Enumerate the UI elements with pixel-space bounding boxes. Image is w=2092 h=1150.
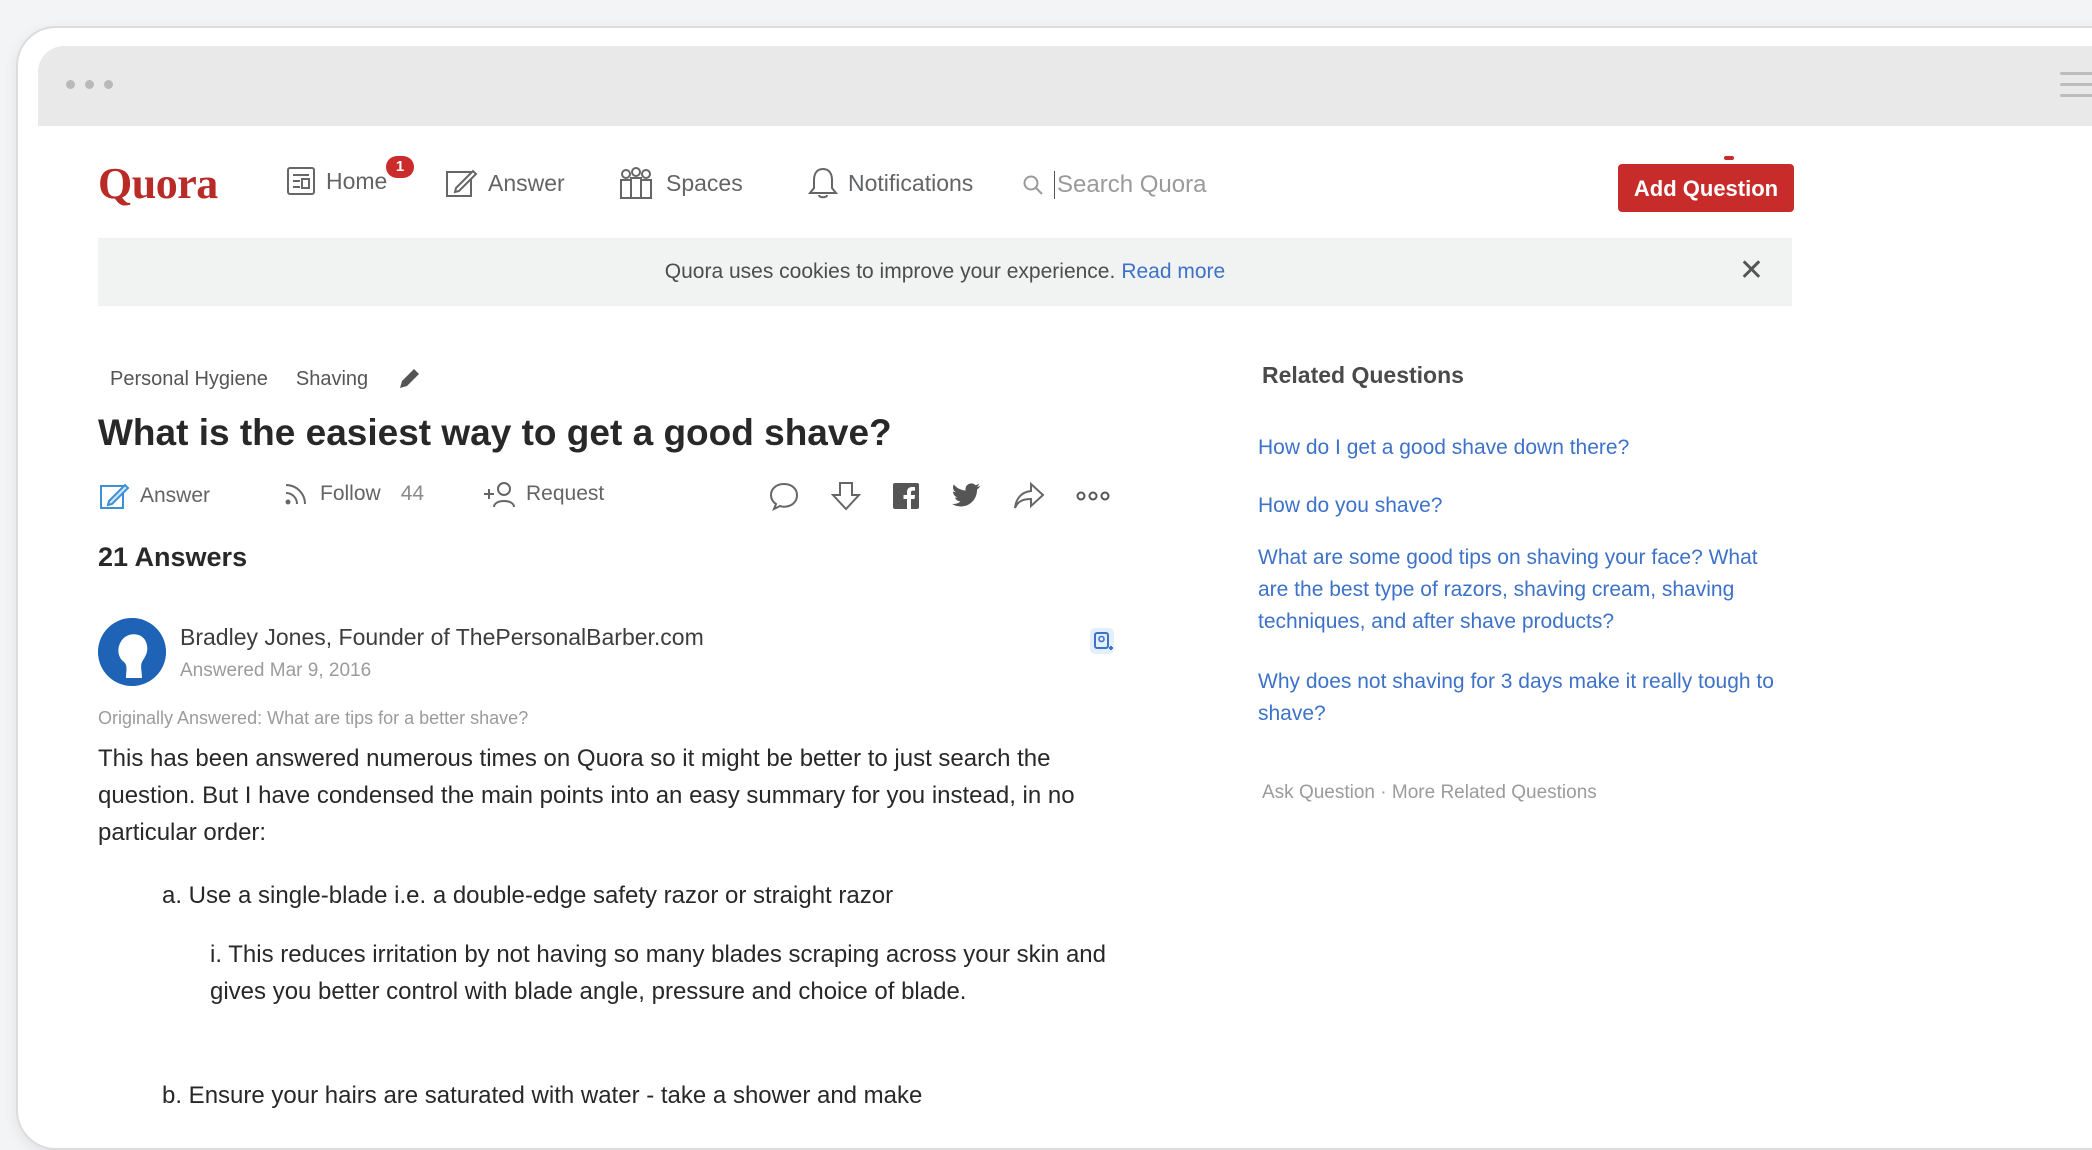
- answer-author: Bradley Jones, Founder of ThePersonalBar…: [98, 618, 1138, 698]
- topic-tag[interactable]: Shaving: [296, 368, 368, 391]
- window-dot: [66, 80, 75, 89]
- downvote-icon[interactable]: [830, 480, 862, 512]
- nav-home-label: Home: [326, 167, 388, 194]
- topic-tag[interactable]: Personal Hygiene: [110, 368, 268, 391]
- related-footer-links[interactable]: Ask Question · More Related Questions: [1262, 782, 1597, 804]
- request-person-icon: [484, 482, 515, 508]
- answer-action[interactable]: Answer: [98, 480, 210, 512]
- quora-logo[interactable]: Quora: [98, 158, 218, 209]
- topic-list: Personal Hygiene Shaving: [110, 366, 422, 392]
- cookie-banner: Quora uses cookies to improve your exper…: [98, 238, 1792, 306]
- originally-answered[interactable]: Originally Answered: What are tips for a…: [98, 708, 528, 729]
- request-action-label: Request: [526, 482, 605, 505]
- list-item: a. Use a single-blade i.e. a double-edge…: [162, 882, 894, 909]
- browser-chrome: [38, 46, 2092, 126]
- related-question-link[interactable]: How do you shave?: [1258, 490, 1778, 522]
- twitter-icon[interactable]: [950, 482, 982, 510]
- notification-badge: 1: [386, 156, 414, 178]
- request-action[interactable]: Request: [482, 480, 604, 508]
- share-icon[interactable]: [1012, 481, 1046, 511]
- follow-action[interactable]: Follow 44: [282, 480, 424, 508]
- people-group-icon: [620, 167, 652, 199]
- cookie-text: Quora uses cookies to improve your exper…: [664, 260, 1116, 283]
- related-question-link[interactable]: Why does not shaving for 3 days make it …: [1258, 666, 1778, 730]
- nav-spaces-label: Spaces: [666, 169, 743, 196]
- home-feed-icon: [287, 167, 315, 195]
- list-item: b. Ensure your hairs are saturated with …: [162, 1082, 923, 1109]
- related-question-link[interactable]: What are some good tips on shaving your …: [1258, 542, 1778, 638]
- profile-silhouette-icon: [98, 618, 166, 686]
- related-questions-title: Related Questions: [1262, 362, 1464, 388]
- answer-paragraph: This has been answered numerous times on…: [98, 745, 1075, 846]
- rss-follow-icon: [285, 484, 306, 505]
- window-dot: [104, 80, 113, 89]
- add-question-button[interactable]: Add Question: [1618, 164, 1794, 212]
- search-input[interactable]: Search Quora: [1057, 171, 1206, 199]
- question-title[interactable]: What is the easiest way to get a good sh…: [98, 412, 892, 454]
- nav-answer-label: Answer: [488, 169, 565, 196]
- avatar[interactable]: [98, 618, 166, 686]
- edit-pencil-icon[interactable]: [396, 366, 422, 392]
- related-question-link[interactable]: How do I get a good shave down there?: [1258, 432, 1778, 464]
- list-item: i. This reduces irritation by not having…: [210, 941, 1107, 1005]
- answer-date[interactable]: Answered Mar 9, 2016: [180, 660, 371, 682]
- close-icon[interactable]: ✕: [1739, 256, 1764, 286]
- window-dot: [85, 80, 94, 89]
- menu-icon[interactable]: [2060, 72, 2092, 100]
- nav-answer[interactable]: Answer: [444, 166, 565, 200]
- answers-count: 21 Answers: [98, 542, 248, 572]
- search-bar[interactable]: Search Quora: [1022, 162, 1522, 208]
- nav-notifications-label: Notifications: [848, 169, 974, 196]
- pencil-square-icon: [100, 483, 130, 509]
- bookmark-save-icon[interactable]: [1088, 626, 1116, 656]
- follow-count: 44: [400, 482, 425, 505]
- nav-notifications[interactable]: Notifications: [808, 166, 973, 200]
- nav-home[interactable]: Home: [286, 166, 387, 196]
- top-nav: Quora Home 1 Answer Spaces Notifications…: [18, 126, 2092, 232]
- question-icon-row: [768, 480, 1110, 512]
- author-name[interactable]: Bradley Jones, Founder of ThePersonalBar…: [180, 624, 704, 651]
- more-options-icon[interactable]: [1076, 489, 1110, 503]
- text-caret: [1054, 171, 1055, 199]
- follow-action-label: Follow: [320, 482, 381, 505]
- pencil-square-icon: [446, 169, 478, 197]
- window-dots: [66, 80, 113, 89]
- answer-action-label: Answer: [140, 484, 211, 507]
- search-icon: [1023, 175, 1043, 195]
- button-accent: [1724, 156, 1734, 160]
- browser-frame: Quora Home 1 Answer Spaces Notifications…: [16, 26, 2092, 1150]
- question-actions: Answer Follow 44 Request: [98, 480, 1138, 516]
- cookie-read-more-link[interactable]: Read more: [1121, 260, 1225, 284]
- nav-spaces[interactable]: Spaces: [616, 166, 743, 200]
- facebook-icon[interactable]: [892, 482, 920, 510]
- comment-icon[interactable]: [768, 481, 800, 511]
- bell-icon: [808, 167, 838, 199]
